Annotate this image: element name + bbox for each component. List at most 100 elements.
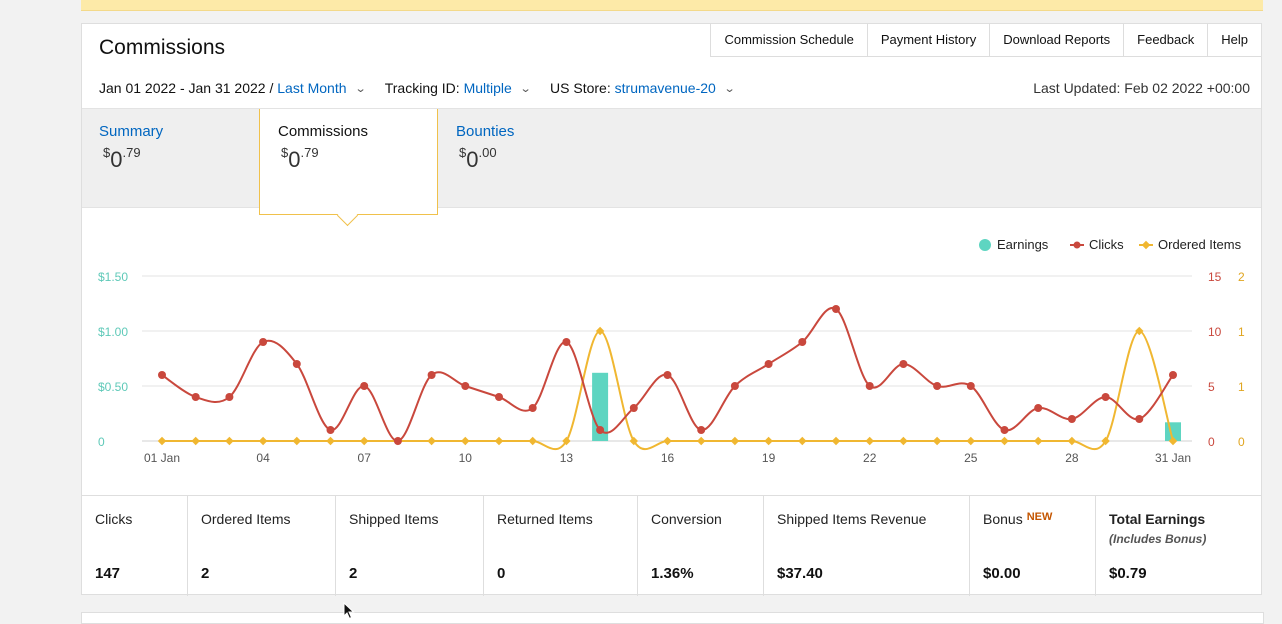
ordered-items-point xyxy=(865,436,874,446)
clicks-point xyxy=(798,338,807,346)
ordered-items-point xyxy=(1000,436,1009,446)
new-badge: NEW xyxy=(1026,511,1053,523)
clicks-point xyxy=(191,393,200,401)
page-title: Commissions xyxy=(99,36,226,59)
chevron-down-icon[interactable]: ⌄ xyxy=(354,82,366,95)
tab-summary-value: $0.79 xyxy=(103,145,141,172)
stat-value: 1.36% xyxy=(651,565,694,582)
next-panel xyxy=(81,612,1264,624)
stat-label: Clicks xyxy=(95,511,133,527)
ordered-items-point xyxy=(696,436,706,446)
stat-value: 2 xyxy=(201,565,210,582)
stat-clicks: Clicks 147 xyxy=(82,496,188,596)
ordered-items-point xyxy=(663,436,672,446)
tab-bounties[interactable]: Bounties $0.00 xyxy=(438,109,618,208)
tab-summary[interactable]: Summary $0.79 xyxy=(82,109,260,208)
feedback-link[interactable]: Feedback xyxy=(1124,24,1209,56)
ordered-items-point xyxy=(1033,436,1043,446)
last-updated: Last Updated: Feb 02 2022 +00:00 xyxy=(1033,80,1250,96)
stat-ordered-items: Ordered Items 2 xyxy=(188,496,336,596)
clicks-point xyxy=(360,382,369,390)
clicks-point xyxy=(1000,426,1009,434)
stat-value: $0.00 xyxy=(983,565,1021,582)
store-label: US Store: xyxy=(550,80,611,96)
mouse-cursor-icon xyxy=(343,602,355,620)
stat-label: Conversion xyxy=(651,511,722,527)
y-tick-label-ordered: 2 xyxy=(1238,270,1245,284)
date-preset-dropdown[interactable]: Last Month xyxy=(277,80,346,96)
chevron-down-icon[interactable]: ⌄ xyxy=(519,82,531,95)
stat-label: Bonus NEW xyxy=(983,511,1053,527)
help-link[interactable]: Help xyxy=(1208,24,1261,56)
legend-label: Ordered Items xyxy=(1158,237,1242,252)
tracking-id-label: Tracking ID: xyxy=(384,80,460,96)
ordered-items-point xyxy=(191,436,200,446)
tab-commissions-value: $0.79 xyxy=(281,145,319,172)
commissions-panel: Commissions Commission Schedule Payment … xyxy=(81,23,1262,596)
stat-sublabel: (Includes Bonus) xyxy=(1109,532,1207,546)
stat-label: Returned Items xyxy=(497,511,593,527)
x-tick-label: 31 Jan xyxy=(1155,451,1191,465)
x-tick-label: 22 xyxy=(863,451,877,465)
y-tick-label-clicks: 0 xyxy=(1208,435,1215,449)
clicks-point xyxy=(259,338,268,346)
ordered-items-point xyxy=(359,436,369,446)
x-tick-label: 10 xyxy=(459,451,473,465)
chevron-down-icon[interactable]: ⌄ xyxy=(723,82,735,95)
y-tick-label-clicks: 15 xyxy=(1208,270,1222,284)
legend-marker xyxy=(1141,240,1151,250)
y-tick-label-clicks: 10 xyxy=(1208,325,1222,339)
clicks-point xyxy=(933,382,942,390)
ordered-items-point xyxy=(157,436,167,446)
legend-marker xyxy=(1073,241,1081,249)
x-tick-label: 25 xyxy=(964,451,978,465)
tab-summary-label[interactable]: Summary xyxy=(99,123,163,140)
x-tick-label: 16 xyxy=(661,451,675,465)
stat-value: $0.79 xyxy=(1109,565,1147,582)
clicks-point xyxy=(158,371,166,379)
filter-bar: Jan 01 2022 - Jan 31 2022 / Last Month ⌄ … xyxy=(99,80,754,96)
clicks-point xyxy=(1135,415,1144,423)
download-reports-link[interactable]: Download Reports xyxy=(990,24,1125,56)
clicks-point xyxy=(393,437,402,445)
stat-bonus: Bonus NEW $0.00 xyxy=(970,496,1096,596)
clicks-point xyxy=(832,305,840,313)
date-range-text: Jan 01 2022 - Jan 31 2022 / xyxy=(99,80,274,96)
tracking-id-dropdown[interactable]: Multiple xyxy=(464,80,512,96)
clicks-point xyxy=(663,371,672,379)
clicks-point xyxy=(596,426,605,434)
ordered-items-point xyxy=(798,436,807,446)
ordered-items-point xyxy=(494,436,504,446)
tab-commissions-label[interactable]: Commissions xyxy=(278,123,368,140)
commission-schedule-link[interactable]: Commission Schedule xyxy=(711,24,868,56)
tab-bounties-label[interactable]: Bounties xyxy=(456,123,514,140)
clicks-point xyxy=(495,393,503,401)
y-tick-label-earnings: 0 xyxy=(98,435,105,449)
y-tick-label-clicks: 5 xyxy=(1208,380,1215,394)
stat-value: 2 xyxy=(349,565,358,582)
clicks-point xyxy=(1169,371,1177,379)
stat-label: Shipped Items xyxy=(349,511,439,527)
stat-label: Ordered Items xyxy=(201,511,291,527)
clicks-point xyxy=(764,360,773,368)
legend-label: Clicks xyxy=(1089,237,1124,252)
clicks-point xyxy=(225,393,234,401)
clicks-point xyxy=(865,382,874,390)
x-tick-label: 01 Jan xyxy=(144,451,180,465)
ordered-items-line xyxy=(162,329,1174,451)
ordered-items-point xyxy=(292,436,302,446)
clicks-point xyxy=(966,382,975,390)
ordered-items-point xyxy=(966,436,976,446)
clicks-point xyxy=(899,360,908,368)
stat-total-earnings: Total Earnings (Includes Bonus) $0.79 xyxy=(1096,496,1261,596)
clicks-point xyxy=(528,404,537,412)
stat-value: 147 xyxy=(95,565,121,582)
clicks-point xyxy=(461,382,470,390)
tab-bounties-value: $0.00 xyxy=(459,145,497,172)
store-dropdown[interactable]: strumavenue-20 xyxy=(615,80,716,96)
clicks-point xyxy=(697,426,706,434)
stat-shipped-revenue: Shipped Items Revenue $37.40 xyxy=(764,496,970,596)
payment-history-link[interactable]: Payment History xyxy=(868,24,991,56)
ordered-items-point xyxy=(225,436,234,446)
tab-commissions[interactable]: Commissions $0.79 xyxy=(259,109,438,215)
